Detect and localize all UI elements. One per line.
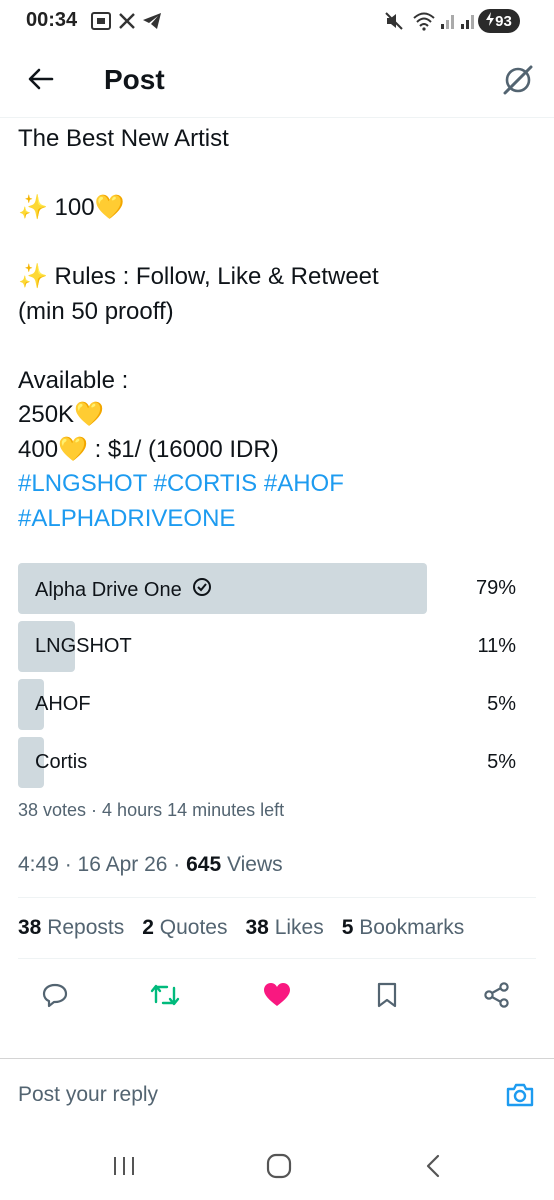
system-nav-bar xyxy=(0,1124,554,1200)
divider xyxy=(18,897,536,898)
x-logo-icon xyxy=(118,10,136,32)
post-actions xyxy=(0,975,554,1019)
share-icon xyxy=(483,981,511,1014)
recent-apps-button[interactable] xyxy=(102,1146,146,1190)
status-time: 00:34 xyxy=(26,9,78,31)
signal-2-icon xyxy=(460,10,476,32)
heart-icon xyxy=(263,982,291,1013)
mute-icon xyxy=(384,10,404,32)
bookmark-button[interactable] xyxy=(365,975,409,1019)
arrow-left-icon xyxy=(28,67,54,96)
poll-option: AHOF 5% xyxy=(18,679,536,730)
post-line: ✨ Rules : Follow, Like & Retweet xyxy=(18,263,379,290)
poll-option-percent: 5% xyxy=(487,693,516,715)
back-button[interactable] xyxy=(22,62,60,100)
recent-apps-icon xyxy=(112,1155,136,1182)
telegram-icon xyxy=(142,10,162,32)
bookmarks-stat[interactable]: 5 Bookmarks xyxy=(342,916,465,940)
signal-1-icon xyxy=(440,10,456,32)
likes-stat[interactable]: 38 Likes xyxy=(246,916,324,940)
poll: Alpha Drive One 79% LNGSHOT 11% AHOF 5% … xyxy=(18,563,536,795)
poll-option-percent: 5% xyxy=(487,751,516,773)
post-line: 400💛 : $1/ (16000 IDR) xyxy=(18,435,279,463)
share-button[interactable] xyxy=(475,975,519,1019)
poll-option: Alpha Drive One 79% xyxy=(18,563,536,614)
camera-icon xyxy=(505,1082,535,1113)
like-button[interactable] xyxy=(255,975,299,1019)
views-count: 645 xyxy=(186,853,222,876)
poll-option: LNGSHOT 11% xyxy=(18,621,536,672)
reply-composer: Post your reply xyxy=(0,1058,554,1124)
post-body: The Best New Artist ✨ 100💛 ✨ Rules : Fol… xyxy=(18,122,538,536)
reply-input[interactable]: Post your reply xyxy=(18,1083,158,1107)
post-line: 250K💛 xyxy=(18,401,104,428)
hashtag-link[interactable]: #ALPHADRIVEONE xyxy=(18,502,538,537)
views-label: Views xyxy=(221,853,283,876)
screenshot-icon xyxy=(90,10,112,32)
divider xyxy=(18,958,536,959)
home-icon xyxy=(266,1153,292,1184)
poll-option-label: AHOF xyxy=(35,693,91,715)
poll-option-label: LNGSHOT xyxy=(35,635,132,657)
post-time-date: 4:49 · 16 Apr 26 · xyxy=(18,853,187,876)
battery-level: 93 xyxy=(495,12,512,30)
grok-icon xyxy=(501,63,535,102)
quotes-stat[interactable]: 2 Quotes xyxy=(142,916,227,940)
reposts-stat[interactable]: 38 Reposts xyxy=(18,916,124,940)
page-title: Post xyxy=(104,64,165,95)
post-line: (min 50 prooff) xyxy=(18,297,174,325)
post-line: ✨ 100💛 xyxy=(18,194,125,221)
grok-button[interactable] xyxy=(498,62,538,102)
post-line: The Best New Artist xyxy=(18,125,229,152)
poll-option-label: Cortis xyxy=(35,751,88,773)
hashtag-link[interactable]: #LNGSHOT #CORTIS #AHOF xyxy=(18,467,538,502)
poll-meta: 38 votes · 4 hours 14 minutes left xyxy=(18,800,285,820)
poll-option-percent: 79% xyxy=(475,577,516,599)
reply-button[interactable] xyxy=(33,975,77,1019)
battery-indicator: 93 xyxy=(478,9,520,33)
poll-option-percent: 11% xyxy=(477,635,516,657)
charging-icon xyxy=(486,12,495,30)
status-bar: 00:34 93 xyxy=(0,0,554,44)
repost-button[interactable] xyxy=(143,975,187,1019)
post-line: Available : xyxy=(18,366,129,394)
comment-icon xyxy=(42,982,68,1013)
checkmark-circle-icon xyxy=(192,577,212,603)
home-button[interactable] xyxy=(257,1146,301,1190)
bookmark-icon xyxy=(376,982,398,1013)
camera-button[interactable] xyxy=(500,1077,540,1117)
poll-option-label: Alpha Drive One xyxy=(35,578,182,601)
poll-option: Cortis 5% xyxy=(18,737,536,788)
wifi-icon xyxy=(412,10,436,32)
post-header: Post xyxy=(0,44,554,118)
back-nav-button[interactable] xyxy=(411,1146,455,1190)
chevron-left-icon xyxy=(423,1153,443,1184)
repost-icon xyxy=(150,982,180,1013)
post-stats: 38 Reposts 2 Quotes 38 Likes 5 Bookmarks xyxy=(18,916,464,940)
post-timestamp: 4:49 · 16 Apr 26 · 645 Views xyxy=(18,853,283,877)
